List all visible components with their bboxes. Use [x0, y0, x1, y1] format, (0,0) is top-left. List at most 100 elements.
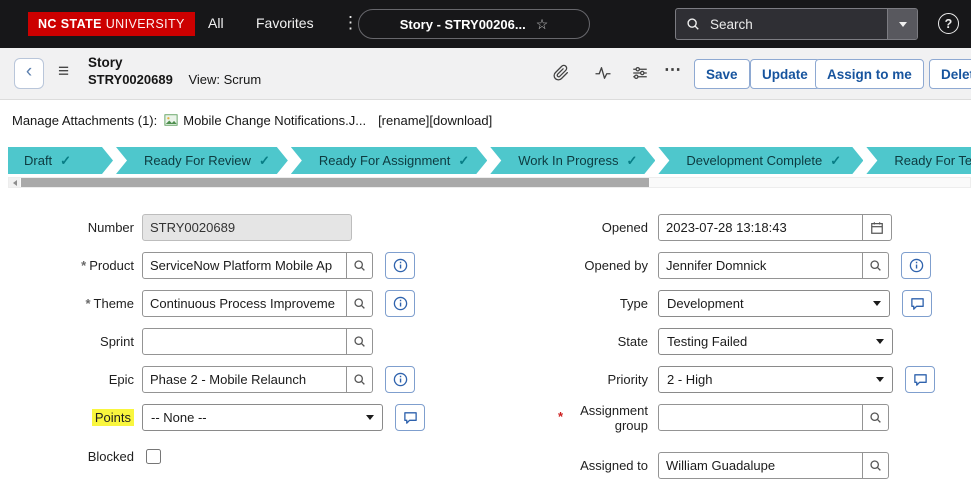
- number-label: Number: [88, 220, 134, 235]
- flow-stage-development-complete[interactable]: Development Complete ✓: [658, 147, 863, 174]
- product-lookup-button[interactable]: [346, 252, 373, 279]
- field-row-type: Type Development: [493, 290, 932, 317]
- attachments-bar: Manage Attachments (1): Mobile Change No…: [0, 101, 971, 139]
- activity-stream-icon[interactable]: [594, 64, 612, 82]
- priority-select[interactable]: 2 - High: [658, 366, 893, 393]
- opened-calendar-button[interactable]: [862, 214, 892, 241]
- opened-by-lookup-button[interactable]: [862, 252, 889, 279]
- scrollbar-thumb[interactable]: [21, 178, 649, 187]
- back-button[interactable]: ‹: [14, 58, 44, 89]
- flow-stage-ready-for-review[interactable]: Ready For Review ✓: [116, 147, 288, 174]
- state-select[interactable]: Testing Failed: [658, 328, 893, 355]
- update-button[interactable]: Update: [750, 59, 820, 89]
- flow-stage-label: Work In Progress: [518, 153, 618, 168]
- search-icon: [686, 17, 700, 31]
- epic-lookup-button[interactable]: [346, 366, 373, 393]
- field-row-blocked: Blocked: [0, 443, 164, 470]
- assignment-group-label: Assignment group: [566, 403, 648, 433]
- help-button[interactable]: ?: [938, 13, 959, 34]
- priority-label: Priority: [608, 372, 648, 387]
- field-row-priority: Priority 2 - High: [493, 366, 935, 393]
- check-icon: ✓: [830, 153, 841, 169]
- required-icon: *: [85, 296, 90, 311]
- field-row-theme: *Theme: [0, 290, 415, 317]
- chevron-down-icon: [873, 301, 881, 306]
- priority-comment-button[interactable]: [905, 366, 935, 393]
- record-tab[interactable]: Story - STRY00206... ☆: [358, 9, 590, 39]
- opened-by-info-button[interactable]: [901, 252, 931, 279]
- search-scope-dropdown[interactable]: [887, 9, 917, 39]
- global-search[interactable]: [675, 8, 918, 40]
- view-label: View: Scrum: [188, 72, 261, 87]
- search-input[interactable]: [708, 16, 887, 33]
- personalize-form-icon[interactable]: [631, 64, 649, 82]
- field-row-epic: Epic: [0, 366, 415, 393]
- flow-stage-draft[interactable]: Draft ✓: [8, 147, 113, 174]
- points-selected-value: -- None --: [151, 410, 207, 425]
- more-actions-icon[interactable]: ⋯: [664, 60, 681, 80]
- attachment-paperclip-icon[interactable]: [552, 64, 570, 82]
- theme-input[interactable]: [142, 290, 347, 317]
- sprint-lookup-button[interactable]: [346, 328, 373, 355]
- blocked-checkbox[interactable]: [146, 449, 161, 464]
- scroll-left-button[interactable]: [9, 178, 20, 187]
- points-comment-button[interactable]: [395, 404, 425, 431]
- chevron-down-icon: [899, 22, 907, 27]
- brand-primary: NC STATE: [38, 17, 102, 31]
- product-info-button[interactable]: [385, 252, 415, 279]
- favorite-star-icon[interactable]: ☆: [536, 16, 549, 33]
- flow-stage-label: Ready For Assignment: [319, 153, 451, 168]
- field-row-product: *Product: [0, 252, 415, 279]
- download-attachment-link[interactable]: [download]: [429, 113, 492, 128]
- record-number: STRY0020689: [88, 72, 173, 87]
- flow-stage-label: Draft: [24, 153, 52, 168]
- state-selected-value: Testing Failed: [667, 334, 747, 349]
- opened-label: Opened: [602, 220, 648, 235]
- theme-lookup-button[interactable]: [346, 290, 373, 317]
- product-label: Product: [89, 258, 134, 273]
- assigned-to-label: Assigned to: [580, 458, 648, 473]
- assign-to-me-button[interactable]: Assign to me: [815, 59, 924, 89]
- flow-stage-work-in-progress[interactable]: Work In Progress ✓: [490, 147, 655, 174]
- check-icon: ✓: [60, 153, 71, 169]
- rename-attachment-link[interactable]: [rename]: [378, 113, 429, 128]
- check-icon: ✓: [458, 153, 469, 169]
- attachment-filename-link[interactable]: Mobile Change Notifications.J...: [183, 113, 366, 128]
- field-row-state: State Testing Failed: [493, 328, 893, 355]
- opened-by-input[interactable]: [658, 252, 863, 279]
- assignment-group-lookup-button[interactable]: [862, 404, 889, 431]
- sprint-input[interactable]: [142, 328, 347, 355]
- points-select[interactable]: -- None --: [142, 404, 383, 431]
- epic-info-button[interactable]: [385, 366, 415, 393]
- field-row-assigned-to: Assigned to: [493, 452, 889, 479]
- flow-stage-ready-for-assignment[interactable]: Ready For Assignment ✓: [291, 147, 487, 174]
- state-label: State: [618, 334, 648, 349]
- delete-button[interactable]: Delete: [929, 59, 971, 89]
- record-type-title: Story: [88, 55, 261, 70]
- product-input[interactable]: [142, 252, 347, 279]
- type-select[interactable]: Development: [658, 290, 890, 317]
- theme-info-button[interactable]: [385, 290, 415, 317]
- type-comment-button[interactable]: [902, 290, 932, 317]
- assignment-group-input[interactable]: [658, 404, 863, 431]
- nc-state-logo[interactable]: NC STATE UNIVERSITY: [28, 12, 195, 36]
- required-icon: *: [81, 258, 86, 273]
- assigned-to-input[interactable]: [658, 452, 863, 479]
- number-input[interactable]: [142, 214, 352, 241]
- check-icon: ✓: [626, 153, 637, 169]
- record-tab-title: Story - STRY00206...: [400, 17, 526, 32]
- nav-favorites-menu[interactable]: Favorites: [256, 15, 314, 31]
- save-button[interactable]: Save: [694, 59, 750, 89]
- opened-by-label: Opened by: [584, 258, 648, 273]
- flow-scrollbar[interactable]: [8, 177, 971, 188]
- nav-all-menu[interactable]: All: [208, 15, 224, 31]
- epic-input[interactable]: [142, 366, 347, 393]
- flow-stage-ready-for-testing[interactable]: Ready For Testing ✓: [866, 147, 971, 174]
- check-icon: ✓: [259, 153, 270, 169]
- brand-secondary: UNIVERSITY: [106, 17, 185, 31]
- more-menus-icon[interactable]: ⋮: [342, 13, 359, 33]
- context-menu-icon[interactable]: ≡: [58, 61, 69, 83]
- assigned-to-lookup-button[interactable]: [862, 452, 889, 479]
- type-selected-value: Development: [667, 296, 744, 311]
- opened-input[interactable]: [658, 214, 863, 241]
